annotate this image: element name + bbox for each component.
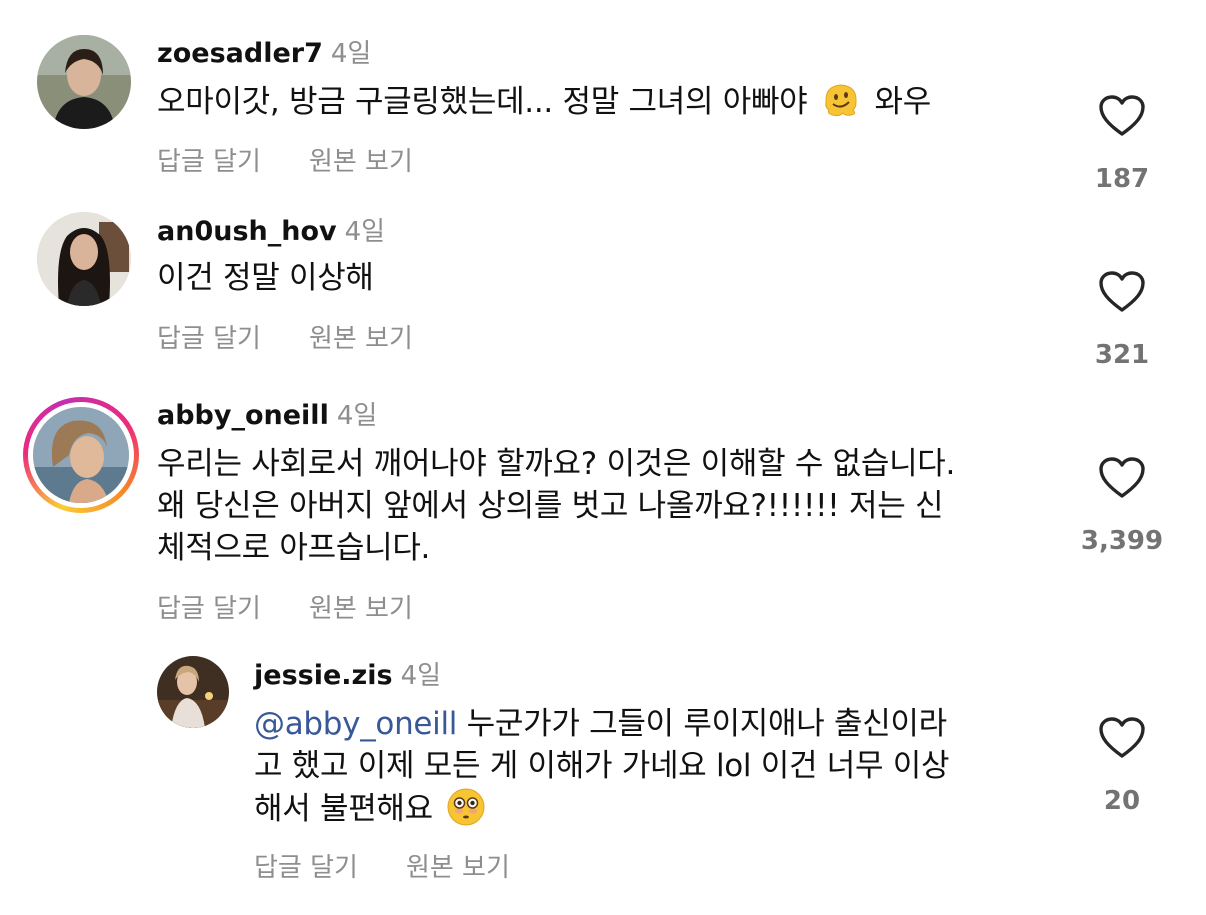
username[interactable]: jessie.zis — [254, 660, 393, 691]
timestamp: 4일 — [344, 217, 386, 247]
mention-link[interactable]: @abby_oneill — [254, 706, 457, 742]
comment-text-body: 오마이갓, 방금 구글링했는데... 정말 그녀의 아빠야 — [157, 84, 808, 120]
comment-text-body: 이건 정말 이상해 — [157, 260, 374, 296]
comment-actions: 답글 달기 원본 보기 — [157, 588, 413, 625]
comment-text-line: 왜 당신은 아버지 앞에서 상의를 벗고 나올까요?!!!!!! 저는 신 — [157, 488, 944, 524]
username[interactable]: zoesadler7 — [157, 38, 323, 69]
like-count: 3,399 — [1080, 526, 1164, 556]
comment-item: abby_oneill 4일 우리는 사회로서 깨어나야 할까요? 이것은 이해할… — [0, 390, 1206, 640]
avatar[interactable] — [37, 212, 131, 306]
like-column: 20 — [1077, 716, 1167, 816]
comment-text-line: 체적으로 아프습니다. — [157, 530, 431, 566]
heart-outline-icon[interactable] — [1098, 270, 1146, 314]
like-count: 20 — [1103, 786, 1141, 816]
timestamp: 4일 — [330, 39, 372, 69]
view-original-button[interactable]: 원본 보기 — [406, 853, 510, 883]
comment-header: zoesadler7 4일 — [157, 38, 371, 70]
reply-text-line: 해서 불편해요 — [254, 787, 1054, 830]
avatar[interactable] — [157, 656, 229, 728]
comment-text: 오마이갓, 방금 구글링했는데... 정말 그녀의 아빠야 와우 — [157, 80, 1057, 123]
like-column: 187 — [1077, 94, 1167, 194]
comment-text-line: 우리는 사회로서 깨어나야 할까요? 이것은 이해할 수 없습니다. — [157, 446, 956, 482]
reply-button[interactable]: 답글 달기 — [254, 853, 358, 883]
avatar[interactable] — [37, 35, 131, 129]
reply-header: jessie.zis 4일 — [254, 660, 441, 692]
reply-text-body: 누군가가 그들이 루이지애나 출신이라 — [457, 706, 948, 742]
view-original-button[interactable]: 원본 보기 — [309, 324, 413, 354]
username[interactable]: an0ush_hov — [157, 216, 337, 247]
flushed-face-emoji — [446, 787, 486, 827]
heart-outline-icon[interactable] — [1098, 716, 1146, 760]
like-count: 321 — [1094, 340, 1150, 370]
comment-header: an0ush_hov 4일 — [157, 216, 385, 248]
timestamp: 4일 — [336, 401, 378, 431]
like-column: 321 — [1077, 270, 1167, 370]
comment-actions: 답글 달기 원본 보기 — [157, 141, 413, 178]
reply-button[interactable]: 답글 달기 — [157, 147, 261, 177]
comment-text-tail: 와우 — [874, 84, 932, 120]
melting-face-emoji — [821, 80, 861, 120]
comment-actions: 답글 달기 원본 보기 — [157, 318, 413, 355]
like-count: 187 — [1094, 164, 1150, 194]
reply-item: jessie.zis 4일 @abby_oneill 누군가가 그들이 루이지애나… — [0, 640, 1206, 915]
reply-button[interactable]: 답글 달기 — [157, 324, 261, 354]
heart-outline-icon[interactable] — [1098, 456, 1146, 500]
reply-button[interactable]: 답글 달기 — [157, 594, 261, 624]
comment-header: abby_oneill 4일 — [157, 400, 377, 432]
reply-text-tail: 해서 불편해요 — [254, 791, 433, 827]
comment-item: an0ush_hov 4일 이건 정말 이상해 답글 달기 원본 보기 321 — [0, 200, 1206, 390]
username[interactable]: abby_oneill — [157, 400, 329, 431]
view-original-button[interactable]: 원본 보기 — [309, 594, 413, 624]
view-original-button[interactable]: 원본 보기 — [309, 147, 413, 177]
comment-text: 우리는 사회로서 깨어나야 할까요? 이것은 이해할 수 없습니다. 왜 당신은… — [157, 443, 1077, 569]
comment-text: 이건 정말 이상해 — [157, 257, 1057, 299]
reply-text-line: 고 했고 이제 모든 게 이해가 가네요 lol 이건 너무 이상 — [254, 748, 950, 784]
comment-item: zoesadler7 4일 오마이갓, 방금 구글링했는데... 정말 그녀의 아… — [0, 0, 1206, 200]
reply-actions: 답글 달기 원본 보기 — [254, 847, 510, 884]
reply-text-line: @abby_oneill 누군가가 그들이 루이지애나 출신이라 — [254, 703, 1054, 745]
like-column: 3,399 — [1077, 456, 1167, 556]
timestamp: 4일 — [400, 661, 442, 691]
heart-outline-icon[interactable] — [1098, 94, 1146, 138]
reply-text: @abby_oneill 누군가가 그들이 루이지애나 출신이라 고 했고 이제… — [254, 703, 1054, 830]
avatar[interactable] — [33, 407, 129, 503]
